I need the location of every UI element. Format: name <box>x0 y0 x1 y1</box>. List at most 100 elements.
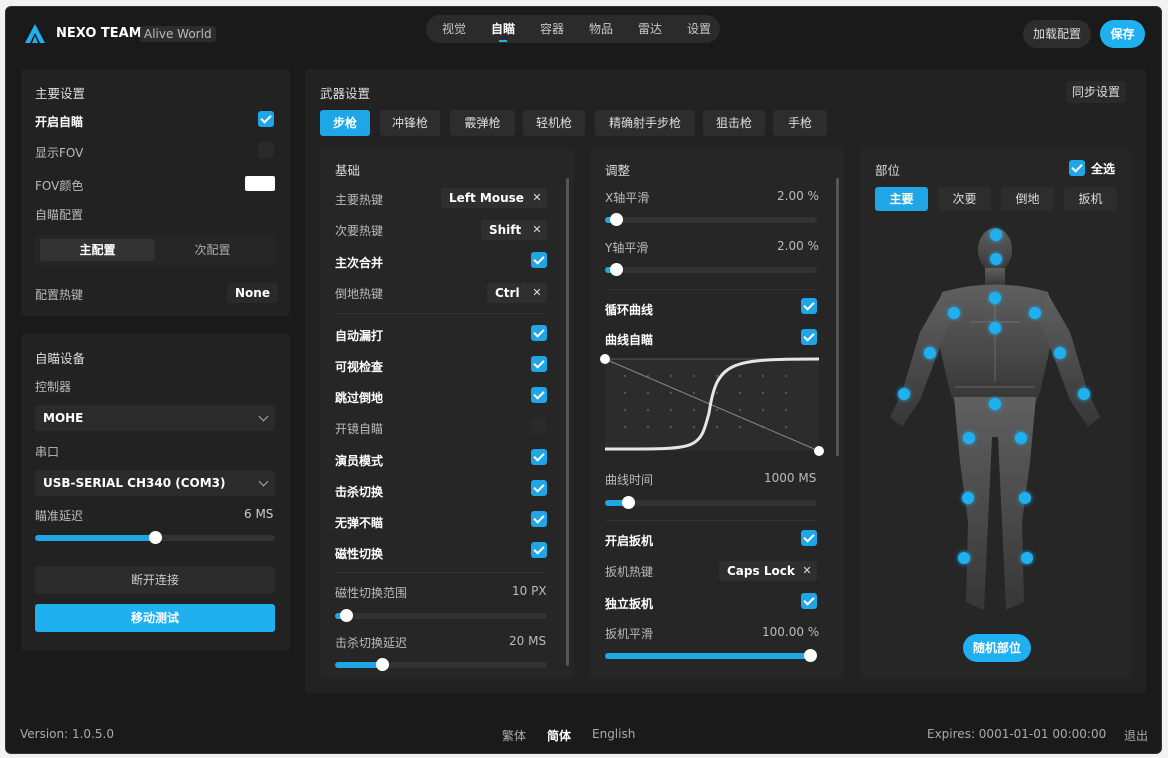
no-ammo-checkbox[interactable] <box>531 511 547 527</box>
enable-trigger-checkbox[interactable] <box>801 530 817 546</box>
bone-right-shoulder[interactable] <box>1029 307 1041 319</box>
enable-aim-checkbox[interactable] <box>258 111 274 127</box>
enable-aim-label: 开启自瞄 <box>35 115 84 129</box>
bone-left-hip[interactable] <box>963 432 975 444</box>
bone-neck[interactable] <box>989 292 1001 304</box>
y-smooth-slider[interactable] <box>605 263 817 276</box>
weapon-tab-rifle[interactable]: 步枪 <box>320 110 370 136</box>
bone-pelvis[interactable] <box>989 398 1001 410</box>
slider-knob[interactable] <box>375 658 389 671</box>
bone-left-foot[interactable] <box>958 552 970 564</box>
lang-simplified[interactable]: 简体 <box>547 727 571 744</box>
close-icon[interactable]: ✕ <box>797 561 817 581</box>
actor-mode-checkbox[interactable] <box>531 449 547 465</box>
bezier-curve-editor[interactable] <box>599 353 825 457</box>
curve-aim-checkbox[interactable] <box>801 329 817 345</box>
body-parts-title: 部位 <box>875 163 901 178</box>
disconnect-button[interactable]: 断开连接 <box>35 566 275 594</box>
slider-knob[interactable] <box>609 213 623 226</box>
bone-head[interactable] <box>990 253 1002 265</box>
slider-knob[interactable] <box>339 609 353 622</box>
primary-config-tab[interactable]: 主配置 <box>40 239 155 261</box>
close-icon[interactable]: ✕ <box>527 188 547 208</box>
aim-delay-slider[interactable] <box>35 531 275 544</box>
fov-color-swatch[interactable] <box>245 176 275 191</box>
bone-right-hip[interactable] <box>1015 432 1027 444</box>
secondary-config-tab[interactable]: 次配置 <box>155 239 270 261</box>
x-smooth-slider[interactable] <box>605 213 817 226</box>
slider-knob[interactable] <box>149 531 162 544</box>
bone-right-knee[interactable] <box>1019 492 1031 504</box>
lang-traditional[interactable]: 繁体 <box>502 727 526 744</box>
trigger-smooth-slider[interactable] <box>605 649 817 662</box>
weapon-tab-smg[interactable]: 冲锋枪 <box>380 110 440 136</box>
close-icon[interactable]: ✕ <box>527 220 547 240</box>
controller-select[interactable]: MOHE <box>35 405 275 431</box>
body-tab-trigger[interactable]: 扳机 <box>1064 187 1117 211</box>
merge-checkbox[interactable] <box>531 252 547 268</box>
random-part-button[interactable]: 随机部位 <box>963 634 1031 662</box>
auto-miss-checkbox[interactable] <box>531 325 547 341</box>
divider <box>605 289 817 290</box>
kill-switch-checkbox[interactable] <box>531 480 547 496</box>
magnet-range-slider[interactable] <box>335 609 547 622</box>
magnet-switch-checkbox[interactable] <box>531 542 547 558</box>
primary-hotkey-button[interactable]: Left Mouse <box>441 188 532 208</box>
bone-right-elbow[interactable] <box>1054 347 1066 359</box>
config-hotkey-button[interactable]: None <box>227 283 278 303</box>
close-icon[interactable]: ✕ <box>527 283 547 303</box>
bone-right-foot[interactable] <box>1021 552 1033 564</box>
kill-delay-label: 击杀切换延迟 <box>335 636 408 650</box>
bone-left-hand[interactable] <box>898 388 910 400</box>
tab-settings[interactable]: 设置 <box>679 15 719 43</box>
slider-knob[interactable] <box>804 649 817 662</box>
tab-radar[interactable]: 雷达 <box>630 15 670 43</box>
select-all-checkbox[interactable] <box>1069 160 1085 176</box>
body-tab-primary[interactable]: 主要 <box>875 187 928 211</box>
logout-button[interactable]: 退出 <box>1124 727 1148 744</box>
tab-aim[interactable]: 自瞄 <box>483 15 523 43</box>
bone-left-shoulder[interactable] <box>948 307 960 319</box>
tab-visual[interactable]: 视觉 <box>434 15 474 43</box>
weapon-tab-dmr[interactable]: 精确射手步枪 <box>595 110 695 136</box>
check-label: 可视检查 <box>335 360 384 374</box>
trigger-hotkey-button[interactable]: Caps Lock <box>719 561 803 581</box>
weapon-tab-pistol[interactable]: 手枪 <box>773 110 827 136</box>
curve-time-slider[interactable] <box>605 496 817 509</box>
bone-left-elbow[interactable] <box>924 347 936 359</box>
bone-head-top[interactable] <box>990 229 1002 241</box>
bone-chest[interactable] <box>989 322 1001 334</box>
visible-check-checkbox[interactable] <box>531 356 547 372</box>
body-tab-downed[interactable]: 倒地 <box>1001 187 1054 211</box>
crouch-hotkey-button[interactable]: Ctrl <box>487 283 528 303</box>
weapon-tab-lmg[interactable]: 轻机枪 <box>523 110 585 136</box>
show-fov-checkbox[interactable] <box>258 142 274 158</box>
loop-curve-checkbox[interactable] <box>801 298 817 314</box>
merge-label: 主次合并 <box>335 256 384 270</box>
kill-delay-slider[interactable] <box>335 658 547 671</box>
secondary-hotkey-button[interactable]: Shift <box>481 220 530 240</box>
skip-downed-checkbox[interactable] <box>531 387 547 403</box>
main-nav: 视觉 自瞄 容器 物品 雷达 设置 <box>426 15 720 43</box>
tab-container[interactable]: 容器 <box>532 15 572 43</box>
body-tab-secondary[interactable]: 次要 <box>938 187 991 211</box>
basic-scrollbar[interactable] <box>566 178 569 666</box>
bone-left-knee[interactable] <box>962 492 974 504</box>
sync-settings-button[interactable]: 同步设置 <box>1066 81 1126 103</box>
move-test-button[interactable]: 移动测试 <box>35 604 275 632</box>
weapon-tab-sniper[interactable]: 狙击枪 <box>703 110 765 136</box>
independent-trigger-checkbox[interactable] <box>801 593 817 609</box>
weapon-tab-shotgun[interactable]: 霰弹枪 <box>450 110 515 136</box>
bone-right-hand[interactable] <box>1078 388 1090 400</box>
port-select[interactable]: USB-SERIAL CH340 (COM3) <box>35 470 275 496</box>
save-button[interactable]: 保存 <box>1100 20 1145 48</box>
load-config-button[interactable]: 加载配置 <box>1023 20 1091 48</box>
adjust-title: 调整 <box>605 163 631 178</box>
lang-english[interactable]: English <box>592 727 635 741</box>
adjust-scrollbar[interactable] <box>836 178 839 456</box>
tab-items[interactable]: 物品 <box>581 15 621 43</box>
check-label: 磁性切换 <box>335 547 384 561</box>
slider-knob[interactable] <box>609 263 623 276</box>
scope-aim-checkbox[interactable] <box>531 418 547 434</box>
crouch-hotkey-label: 倒地热键 <box>335 287 384 301</box>
